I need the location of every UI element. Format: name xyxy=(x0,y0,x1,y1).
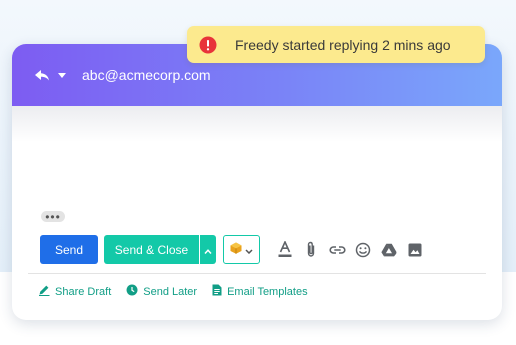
alert-circle-icon xyxy=(199,36,217,54)
collision-notification: Freedy started replying 2 mins ago xyxy=(187,26,485,63)
email-templates-button[interactable]: Email Templates xyxy=(212,283,308,301)
share-draft-button[interactable]: Share Draft xyxy=(38,283,111,301)
canned-response-icon xyxy=(230,241,242,259)
send-later-label: Send Later xyxy=(143,286,198,298)
emoji-icon[interactable] xyxy=(350,240,376,260)
font-color-icon[interactable] xyxy=(272,240,298,260)
header-shadow xyxy=(12,106,502,142)
pencil-icon xyxy=(38,283,50,301)
link-icon[interactable] xyxy=(324,240,350,260)
document-icon xyxy=(212,283,222,301)
canned-response-button[interactable] xyxy=(223,235,260,264)
clock-icon xyxy=(126,283,138,301)
share-draft-label: Share Draft xyxy=(55,286,112,298)
footer-divider xyxy=(28,273,486,274)
reply-icon[interactable] xyxy=(34,69,50,81)
chevron-down-icon xyxy=(245,241,253,259)
notification-text: Freedy started replying 2 mins ago xyxy=(235,36,451,53)
recipient-email: abc@acmecorp.com xyxy=(82,67,211,83)
reply-composer: abc@acmecorp.com ••• Send Send & Close S… xyxy=(12,44,502,320)
email-templates-label: Email Templates xyxy=(227,286,308,298)
google-drive-icon[interactable] xyxy=(376,240,402,260)
caret-up-icon xyxy=(204,241,212,259)
attachment-icon[interactable] xyxy=(298,240,324,260)
send-button[interactable]: Send xyxy=(40,235,98,264)
show-trimmed-content-button[interactable]: ••• xyxy=(41,211,65,223)
image-icon[interactable] xyxy=(402,240,428,260)
composer-footer: Share Draft Send Later Email Templates xyxy=(38,284,323,300)
send-options-button[interactable] xyxy=(200,235,216,264)
send-later-button[interactable]: Send Later xyxy=(126,283,197,301)
reply-options-caret-icon[interactable] xyxy=(58,72,66,78)
formatting-icons xyxy=(272,240,428,260)
composer-toolbar: Send Send & Close xyxy=(40,235,428,264)
send-and-close-button[interactable]: Send & Close xyxy=(104,235,199,264)
